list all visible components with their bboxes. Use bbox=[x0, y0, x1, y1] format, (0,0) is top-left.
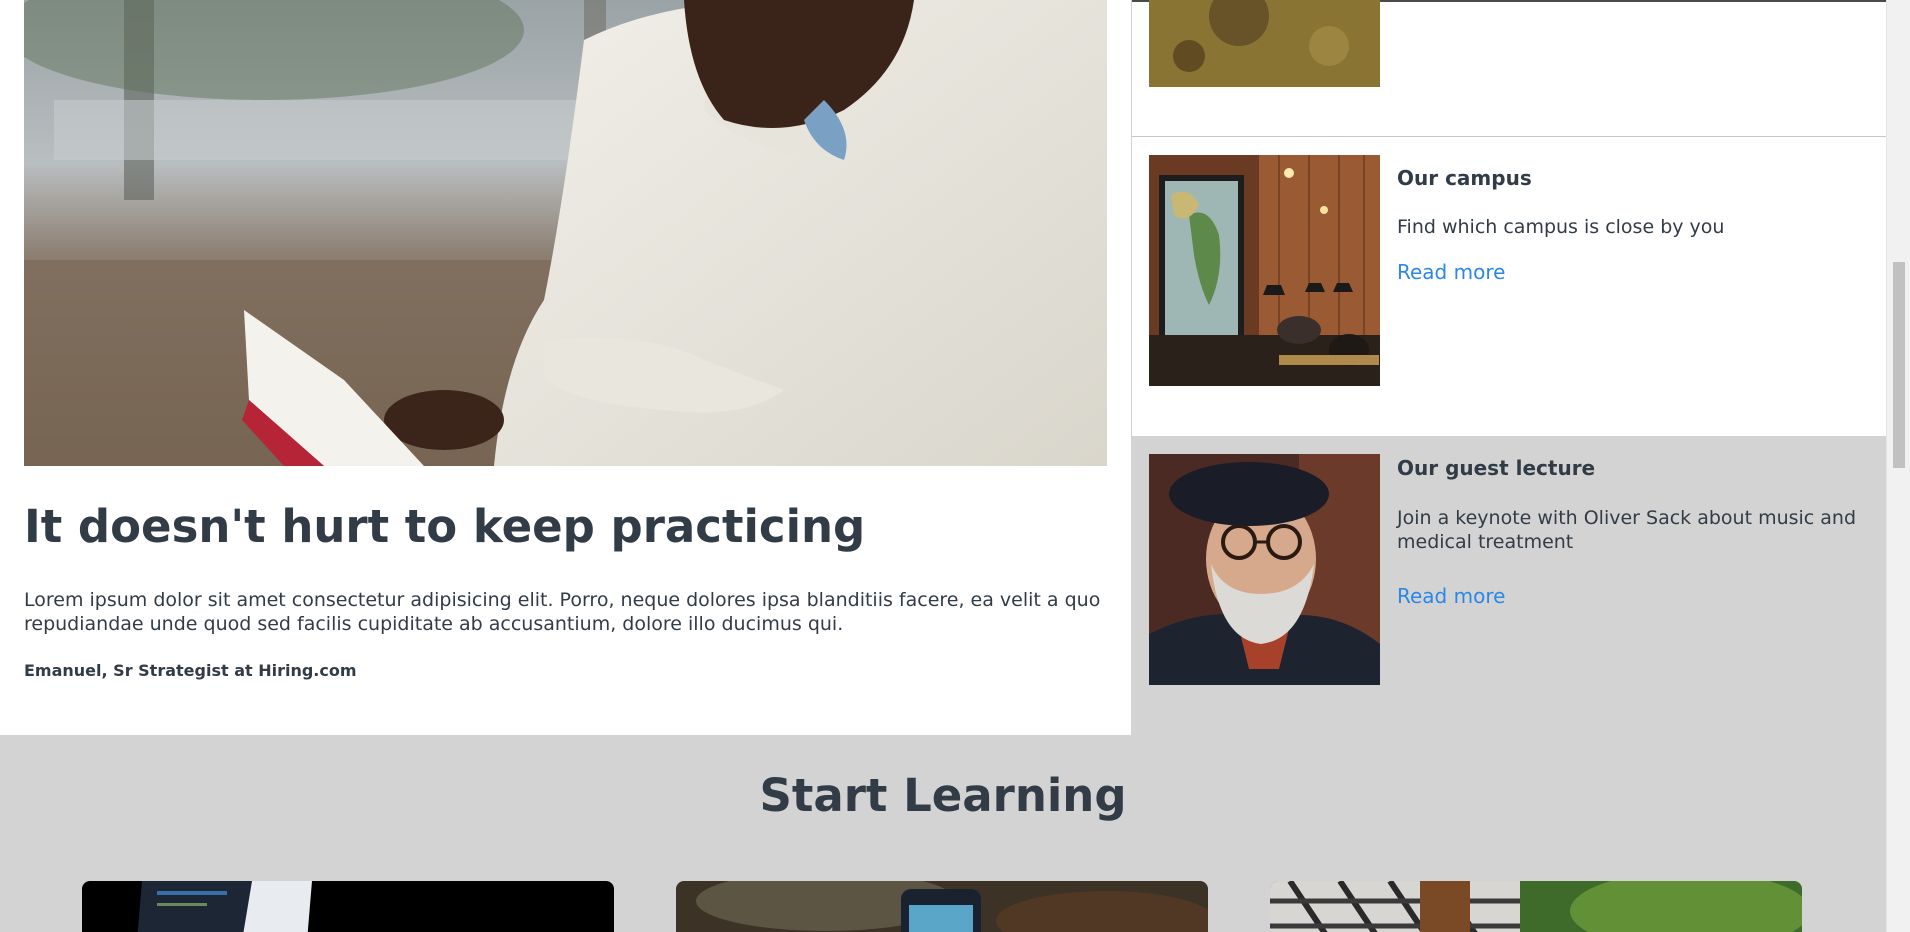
side-list: Our campus Find which campus is close by… bbox=[1131, 0, 1887, 735]
featured-author: Emanuel, Sr Strategist at Hiring.com bbox=[24, 661, 357, 680]
campus-thumbnail[interactable] bbox=[1149, 155, 1380, 386]
scrollbar-thumb[interactable] bbox=[1893, 262, 1905, 468]
campus-text: Find which campus is close by you bbox=[1397, 216, 1725, 238]
side-item bbox=[1132, 0, 1887, 137]
campus-title: Our campus bbox=[1397, 166, 1532, 190]
guest-lecture-read-more-link[interactable]: Read more bbox=[1397, 584, 1505, 608]
guest-lecture-title: Our guest lecture bbox=[1397, 456, 1596, 480]
featured-title: It doesn't hurt to keep practicing bbox=[24, 500, 866, 553]
course-card[interactable] bbox=[676, 881, 1208, 932]
guest-lecture-thumbnail[interactable] bbox=[1149, 454, 1380, 685]
course-card[interactable] bbox=[82, 881, 614, 932]
guest-lecture-text: Join a keynote with Oliver Sack about mu… bbox=[1397, 507, 1857, 553]
page-viewport: It doesn't hurt to keep practicing Lorem… bbox=[0, 0, 1910, 932]
start-learning-title: Start Learning bbox=[759, 769, 1127, 822]
featured-body: Lorem ipsum dolor sit amet consectetur a… bbox=[24, 589, 1101, 635]
start-learning-section: Start Learning bbox=[0, 735, 1886, 932]
course-card[interactable] bbox=[1270, 881, 1802, 932]
side-item-guest-lecture: Our guest lecture Join a keynote with Ol… bbox=[1132, 436, 1887, 735]
vertical-scrollbar[interactable] bbox=[1886, 0, 1910, 932]
featured-article: It doesn't hurt to keep practicing Lorem… bbox=[0, 0, 1132, 735]
featured-image bbox=[24, 0, 1107, 466]
side-item-campus: Our campus Find which campus is close by… bbox=[1132, 138, 1887, 436]
campus-read-more-link[interactable]: Read more bbox=[1397, 260, 1505, 284]
side-item-thumbnail[interactable] bbox=[1149, 0, 1380, 87]
